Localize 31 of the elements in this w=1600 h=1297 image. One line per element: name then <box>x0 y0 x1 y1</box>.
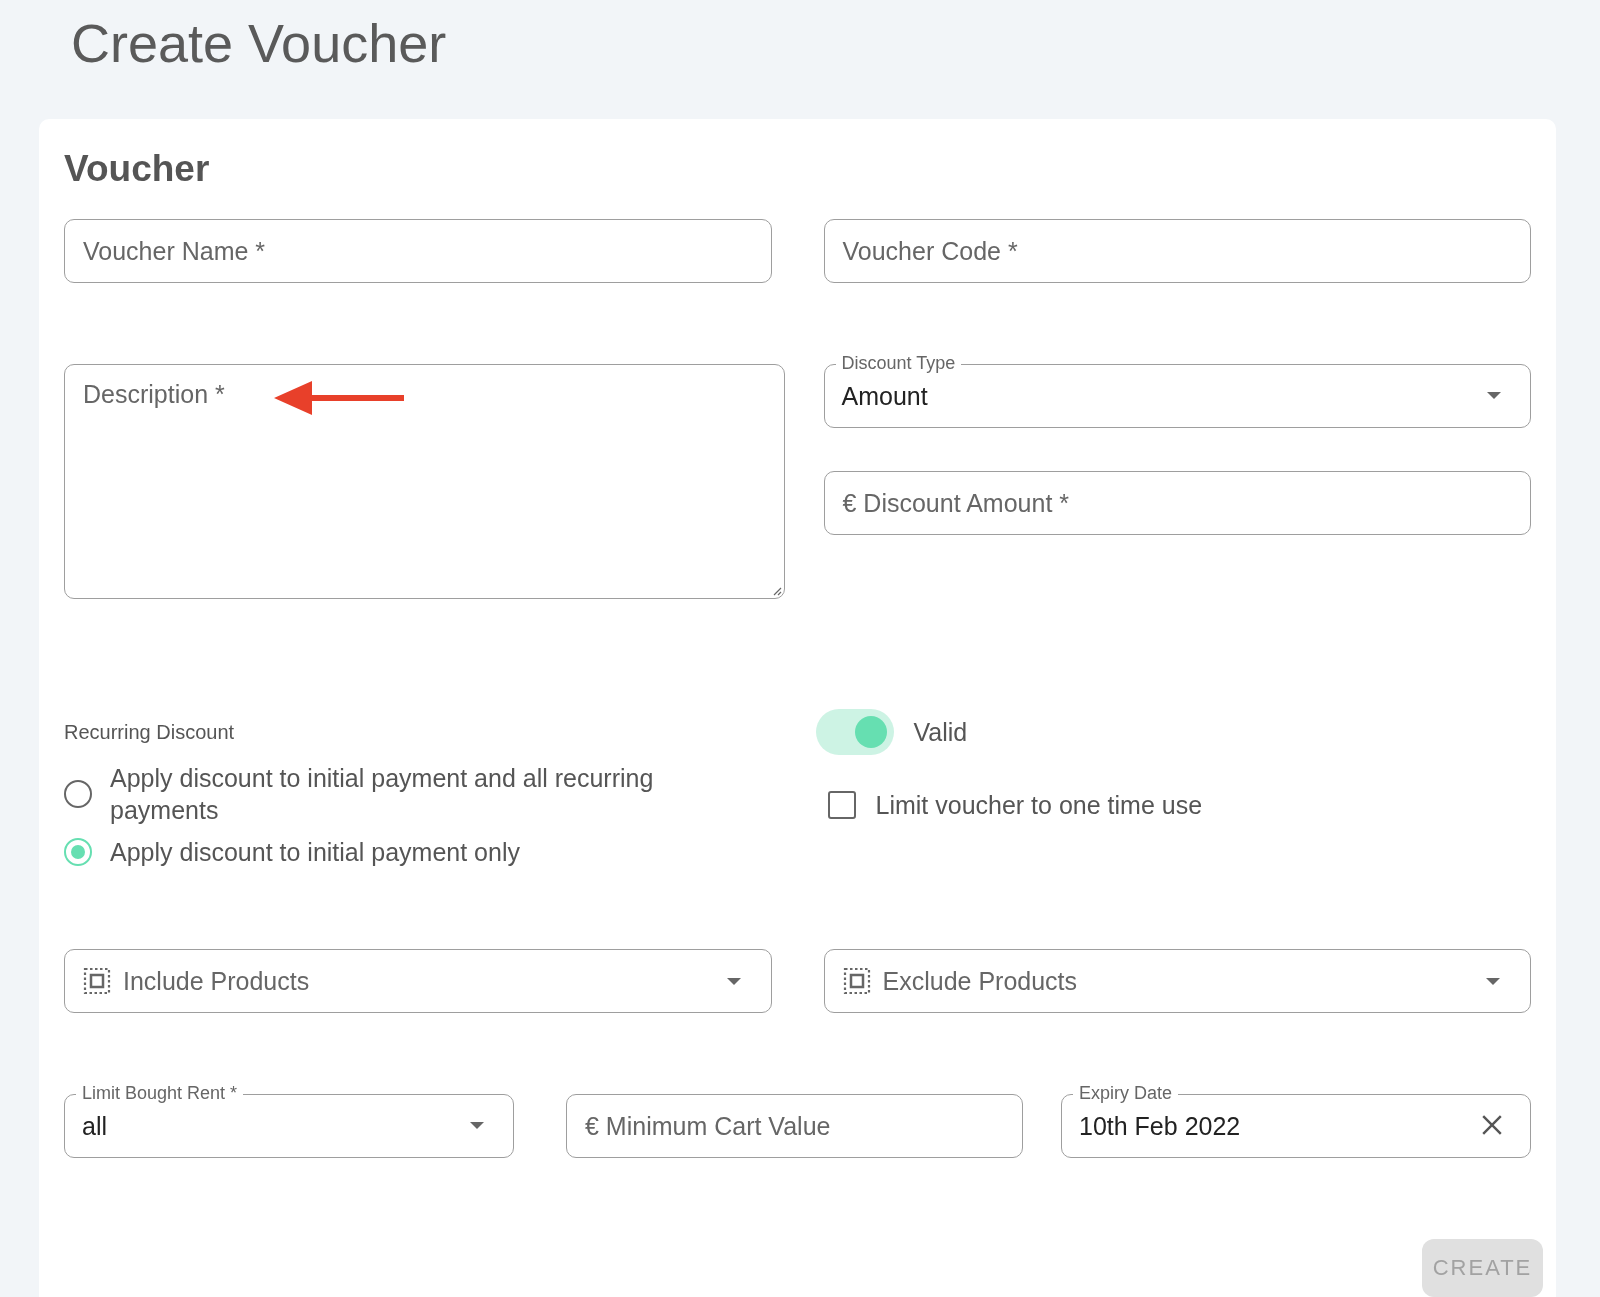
radio-label[interactable]: Apply discount to initial payment and all recurring payments <box>110 762 670 826</box>
page-title: Create Voucher <box>70 12 448 75</box>
radio-button[interactable] <box>64 780 92 808</box>
resize-handle-icon[interactable] <box>771 586 782 596</box>
select-all-icon <box>83 967 111 995</box>
select-field[interactable]: Exclude Products <box>823 949 1531 1013</box>
description-field[interactable]: Description * <box>64 364 785 599</box>
caret-icon <box>1486 978 1500 985</box>
caret-icon <box>726 978 741 985</box>
date-field[interactable]: Expiry Date 10th Feb 2022 <box>1061 1083 1531 1158</box>
field-label: Discount Type <box>835 353 962 373</box>
field-label: Expiry Date <box>1073 1083 1179 1103</box>
field-label: Limit Bought Rent * <box>76 1083 244 1103</box>
caret-icon <box>470 1122 484 1129</box>
toggle-switch[interactable] <box>815 709 894 755</box>
select-field[interactable]: Include Products <box>64 949 772 1013</box>
text-field[interactable]: Voucher Name * <box>64 219 772 283</box>
text-field[interactable]: Voucher Code * <box>823 219 1531 283</box>
radio-group-label: Recurring Discount <box>64 721 236 744</box>
checkbox-label[interactable]: Limit voucher to one time use <box>875 789 1203 821</box>
radio-label[interactable]: Apply discount to initial payment only <box>110 836 520 868</box>
select-field[interactable]: Limit Bought Rent * all <box>64 1083 514 1158</box>
caret-icon <box>1487 392 1501 399</box>
select-field[interactable]: Discount Type Amount <box>823 353 1531 428</box>
toggle-label: Valid <box>913 717 968 748</box>
select-all-icon <box>842 967 871 995</box>
text-field[interactable]: € Minimum Cart Value <box>566 1094 1023 1158</box>
text-field[interactable]: € Discount Amount * <box>823 471 1531 535</box>
checkbox[interactable] <box>827 791 856 819</box>
section-heading: Voucher <box>64 147 211 191</box>
close-icon[interactable] <box>1481 1114 1503 1136</box>
